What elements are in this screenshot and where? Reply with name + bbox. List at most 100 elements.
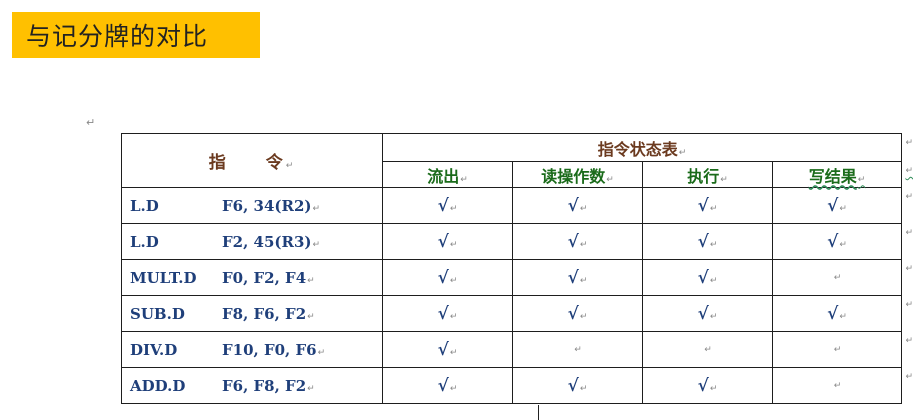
- cell-mark: ↵: [709, 275, 718, 286]
- cell-mark: ↵: [317, 347, 326, 358]
- instruction-operands: F0, F2, F4: [222, 268, 307, 287]
- status-check-cell: √↵ ↵: [772, 295, 913, 332]
- cell-mark: ↵: [839, 239, 847, 250]
- cell-mark: ↵: [857, 174, 866, 185]
- column-header-label: 流出: [427, 166, 460, 186]
- status-check-cell: √↵: [382, 259, 513, 296]
- table-row: SUB.D F8, F6, F2↵ √↵ √↵ √↵ √↵ ↵: [121, 295, 913, 332]
- column-header: 写结果↵ ↵: [772, 161, 913, 188]
- instruction-opcode: DIV.D: [130, 340, 178, 359]
- status-empty-cell: ↵: [642, 331, 773, 368]
- instruction-header: 指 令↵: [121, 133, 383, 188]
- table-row: L.D F2, 45(R3)↵ √↵ √↵ √↵ √↵ ↵: [121, 223, 913, 260]
- row-end-mark: ↵: [905, 166, 913, 176]
- instruction-opcode: L.D: [130, 196, 159, 215]
- check-mark-icon: √: [567, 195, 579, 216]
- cell-mark: ↵: [312, 239, 321, 250]
- cell-mark: ↵: [606, 174, 614, 185]
- instruction-operands: F10, F0, F6: [222, 340, 317, 359]
- cell-mark: ↵: [709, 311, 718, 322]
- check-mark-icon: √: [827, 195, 839, 216]
- status-check-cell: √↵: [382, 367, 513, 404]
- cell-mark: ↵: [449, 275, 458, 286]
- instruction-operands: F6, F8, F2: [222, 376, 307, 395]
- cell-mark: ↵: [579, 311, 588, 322]
- cell-mark: ↵: [678, 147, 687, 158]
- check-mark-icon: √: [437, 339, 449, 360]
- status-empty-cell: ↵ ↵: [772, 259, 913, 296]
- instruction-opcode: L.D: [130, 232, 159, 251]
- table-row: MULT.D F0, F2, F4↵ √↵ √↵ √↵ ↵ ↵: [121, 259, 913, 296]
- table-row: L.D F6, 34(R2)↵ √↵ √↵ √↵ √↵ ↵: [121, 187, 913, 224]
- check-mark-icon: √: [567, 267, 579, 288]
- instruction-cell: L.D F2, 45(R3)↵: [121, 223, 383, 260]
- check-mark-icon: √: [437, 231, 449, 252]
- status-empty-cell: ↵ ↵: [772, 331, 913, 368]
- cell-mark: ↵: [704, 345, 712, 355]
- cell-mark: ↵: [579, 203, 588, 214]
- instruction-status-table: 指 令↵ 指令状态表↵ ↵ 流出↵ 读操作数↵ 执行↵ 写结果↵ ↵ L.D F6, 34…: [121, 133, 913, 404]
- cell-mark: ↵: [839, 311, 847, 322]
- table-row: ADD.D F6, F8, F2↵ √↵ √↵ √↵ ↵ ↵: [121, 367, 913, 404]
- paragraph-mark: ↵: [86, 116, 96, 129]
- cell-mark: ↵: [579, 239, 588, 250]
- check-mark-icon: √: [697, 231, 709, 252]
- status-check-cell: √↵: [382, 331, 513, 368]
- check-mark-icon: √: [697, 375, 709, 396]
- status-check-cell: √↵: [382, 187, 513, 224]
- check-mark-icon: √: [697, 267, 709, 288]
- check-mark-icon: √: [437, 195, 449, 216]
- check-mark-icon: √: [827, 303, 839, 324]
- status-check-cell: √↵: [512, 259, 643, 296]
- instruction-operands: F8, F6, F2: [222, 304, 307, 323]
- status-check-cell: √↵: [642, 295, 773, 332]
- cell-mark: ↵: [579, 383, 588, 394]
- instruction-operands: F2, 45(R3): [222, 232, 312, 251]
- cell-mark: ↵: [720, 174, 728, 185]
- cell-mark: ↵: [709, 203, 718, 214]
- cell-mark: ↵: [449, 203, 458, 214]
- slide-title: 与记分牌的对比: [12, 12, 260, 58]
- column-header: 流出↵: [382, 161, 513, 188]
- instruction-opcode: SUB.D: [130, 304, 185, 323]
- row-end-mark: ↵: [905, 372, 913, 382]
- status-check-cell: √↵: [512, 367, 643, 404]
- instruction-opcode: MULT.D: [130, 268, 197, 287]
- cell-mark: ↵: [307, 383, 315, 394]
- cell-mark: ↵: [579, 275, 588, 286]
- instruction-cell: MULT.D F0, F2, F4↵: [121, 259, 383, 296]
- column-header: 执行↵: [642, 161, 773, 188]
- row-end-mark: ↵: [905, 228, 913, 238]
- instruction-cell: DIV.D F10, F0, F6↵: [121, 331, 383, 368]
- status-empty-cell: ↵: [512, 331, 643, 368]
- instruction-header-label: 指 令: [208, 153, 285, 173]
- instruction-cell: ADD.D F6, F8, F2↵: [121, 367, 383, 404]
- column-header: 读操作数↵: [512, 161, 643, 188]
- status-check-cell: √↵: [642, 367, 773, 404]
- instruction-cell: SUB.D F8, F6, F2↵: [121, 295, 383, 332]
- status-check-cell: √↵: [382, 223, 513, 260]
- cell-mark: ↵: [833, 273, 842, 283]
- status-check-cell: √↵: [512, 223, 643, 260]
- instruction-opcode: ADD.D: [130, 376, 186, 395]
- check-mark-icon: √: [697, 303, 709, 324]
- row-end-mark: ↵: [905, 138, 913, 148]
- status-check-cell: √↵ ↵: [772, 187, 913, 224]
- instruction-cell: L.D F6, 34(R2)↵: [121, 187, 383, 224]
- row-end-mark: ↵: [905, 300, 913, 310]
- instruction-operands: F6, 34(R2): [222, 196, 312, 215]
- cell-mark: ↵: [574, 345, 582, 355]
- status-table-header: 指令状态表↵ ↵: [382, 133, 913, 162]
- cell-mark: ↵: [449, 311, 458, 322]
- row-end-mark: ↵: [905, 336, 913, 346]
- status-check-cell: √↵ ↵: [772, 223, 913, 260]
- text-cursor: [538, 405, 539, 420]
- cell-mark: ↵: [285, 161, 296, 171]
- row-end-mark: ↵: [905, 192, 913, 202]
- column-header-label: 写结果: [808, 166, 857, 186]
- cell-mark: ↵: [833, 381, 842, 391]
- status-check-cell: √↵: [382, 295, 513, 332]
- check-mark-icon: √: [697, 195, 709, 216]
- cell-mark: ↵: [709, 239, 718, 250]
- cell-mark: ↵: [307, 311, 315, 322]
